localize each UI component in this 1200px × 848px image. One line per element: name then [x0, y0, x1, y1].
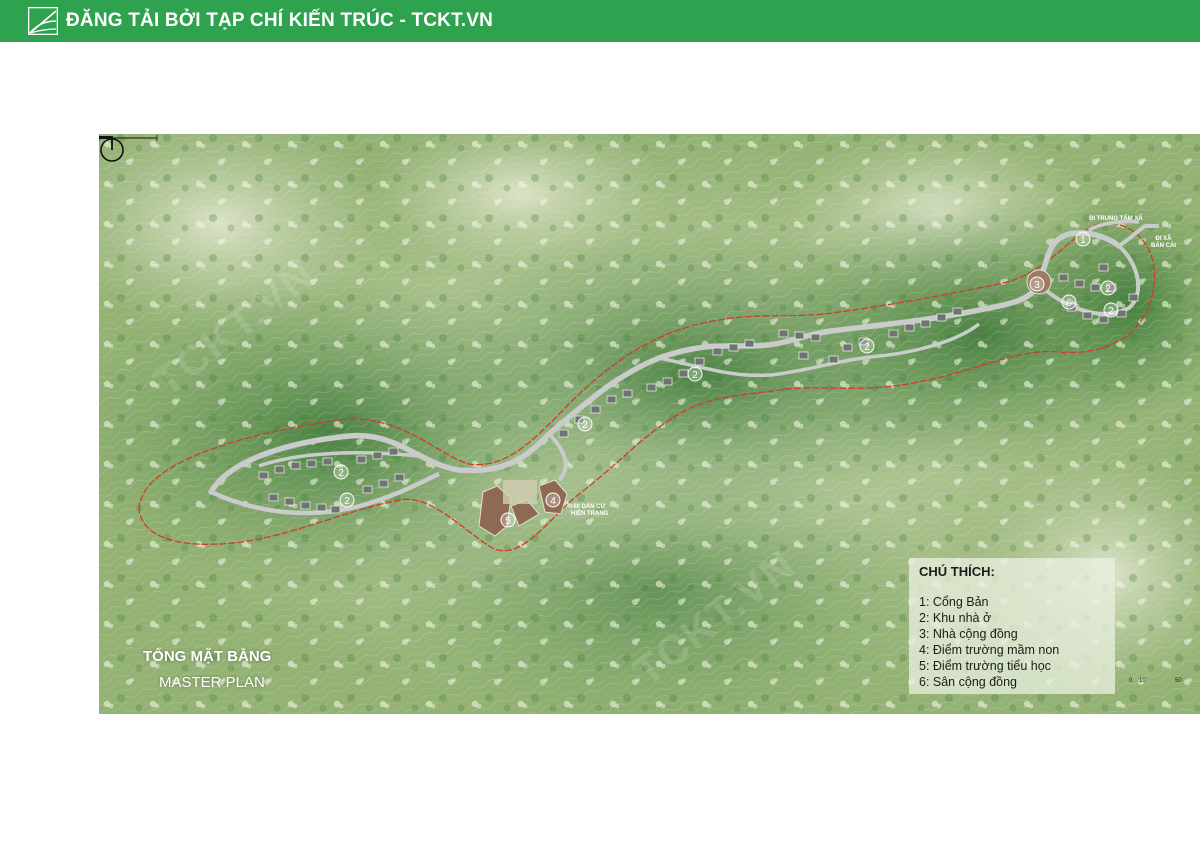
legend-title: CHÚ THÍCH: — [919, 564, 995, 579]
legend-item: 2: Khu nhà ở — [919, 611, 992, 625]
legend-item: 6: Sân cộng đồng — [919, 675, 1017, 689]
plan-subtitle: MASTER PLAN — [159, 674, 265, 691]
marker-label: 2 — [1108, 306, 1114, 317]
marker-label: 2 — [344, 496, 350, 507]
road-label-ban-cai: ĐI XÃ BẢN CÁI — [1151, 236, 1176, 250]
marker-label: 1 — [1080, 235, 1086, 246]
scale-label: 10 — [1139, 678, 1146, 684]
marker-label: 2 — [1105, 284, 1111, 295]
marker-label: 3 — [1034, 280, 1040, 291]
road-label-line: ĐI XÃ — [1155, 236, 1172, 242]
plan-title: TỔNG MẶT BẰNG — [143, 648, 272, 665]
legend-item: 4: Điểm trường mầm non — [919, 643, 1060, 657]
marker-label: 2 — [338, 468, 344, 479]
road-label-line: ĐI DÂN CƯ — [573, 504, 606, 510]
marker-label: 2 — [864, 342, 870, 353]
road-label-existing-residents: ĐI DÂN CƯ HIỆN TRẠNG — [571, 504, 608, 518]
marker-label: 6 — [1066, 298, 1072, 309]
road-label-line: BẢN CÁI — [1151, 243, 1176, 249]
road-label-line: HIỆN TRẠNG — [571, 511, 609, 517]
legend-panel: CHÚ THÍCH: 1: Cổng Bản 2: Khu nhà ở 3: N… — [909, 558, 1115, 694]
marker-label: 2 — [582, 420, 588, 431]
marker-label: 4 — [550, 496, 556, 507]
marker-label: 2 — [692, 370, 698, 381]
legend-item: 3: Nhà cộng đồng — [919, 627, 1018, 641]
scale-bar — [99, 135, 158, 141]
master-plan-map[interactable]: 1 2 2 2 2 2 2 2 3 4 5 6 TCKT.VN TCKT.VN … — [99, 134, 1200, 714]
scale-label: 50 — [1175, 678, 1182, 684]
legend-list: 1: Cổng Bản 2: Khu nhà ở 3: Nhà cộng đồn… — [919, 594, 1059, 690]
top-banner: ĐĂNG TẢI BỞI TẠP CHÍ KIẾN TRÚC - TCKT.VN — [0, 0, 1200, 42]
scale-label: 0 — [1129, 678, 1133, 684]
tckt-logo-icon — [28, 7, 58, 35]
road-label-commune-center: ĐI TRUNG TÂM XÃ — [1089, 216, 1143, 222]
legend-item: 1: Cổng Bản — [919, 595, 989, 609]
marker-label: 5 — [505, 516, 511, 527]
legend-item: 5: Điểm trường tiểu học — [919, 659, 1051, 673]
banner-title: ĐĂNG TẢI BỞI TẠP CHÍ KIẾN TRÚC - TCKT.VN — [66, 10, 494, 31]
